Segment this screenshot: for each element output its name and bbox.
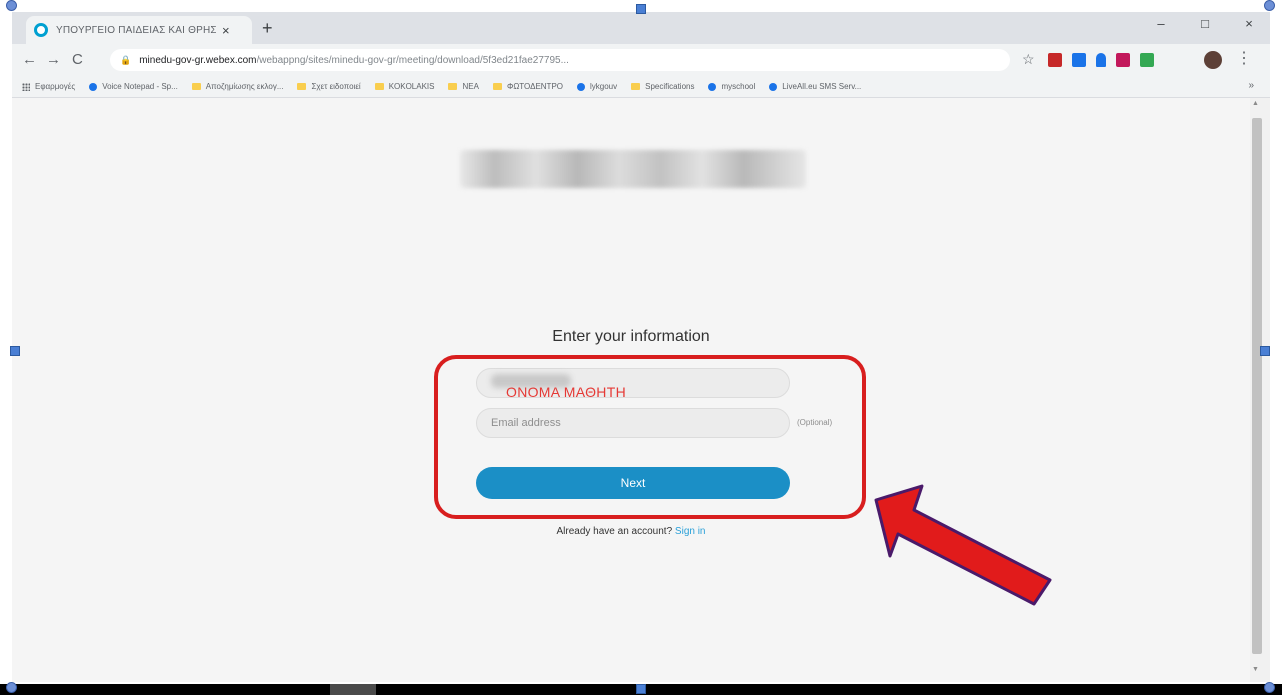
folder-icon — [631, 83, 641, 90]
signin-prompt: Already have an account? — [556, 526, 673, 537]
apps-grid-icon — [22, 82, 30, 91]
forward-button[interactable]: → — [46, 50, 61, 70]
bookmark-folder[interactable]: ΝΕΑ — [448, 82, 479, 91]
signin-link[interactable]: Sign in — [675, 526, 706, 537]
scrollbar-thumb[interactable] — [1252, 118, 1262, 654]
url-host: minedu-gov-gr.webex.com — [139, 54, 257, 66]
extension-icon[interactable] — [1072, 53, 1086, 67]
bookmark-item[interactable]: Voice Notepad - Sp... — [89, 82, 178, 91]
bookmark-folder[interactable]: Αποζημίωσης εκλογ... — [191, 82, 283, 91]
webex-favicon-icon — [34, 23, 48, 37]
bookmark-star-icon[interactable]: ☆ — [1022, 51, 1035, 68]
bookmark-site-icon — [708, 82, 717, 91]
bottom-edge-segment — [330, 684, 376, 695]
folder-icon — [297, 83, 307, 90]
red-arrow-annotation — [874, 484, 1052, 606]
bookmark-item[interactable]: myschool — [708, 82, 755, 91]
bookmark-site-icon — [769, 82, 778, 91]
selection-handle[interactable] — [10, 346, 20, 356]
browser-menu-icon[interactable]: ⋮ — [1236, 48, 1252, 68]
selection-handle[interactable] — [1264, 0, 1275, 11]
tab-strip: ΥΠΟΥΡΓΕΙΟ ΠΑΙΔΕΙΑΣ ΚΑΙ ΘΡΗΣ × + – □ × — [12, 12, 1270, 44]
new-tab-button[interactable]: + — [262, 18, 273, 38]
extension-icon[interactable] — [1048, 53, 1062, 67]
extension-download-icon[interactable] — [1096, 53, 1106, 67]
lock-icon[interactable]: 🔒 — [120, 55, 131, 66]
extension-icon[interactable] — [1116, 53, 1130, 67]
bookmark-item[interactable]: Εφαρμογές — [22, 82, 75, 91]
selection-handle[interactable] — [6, 682, 17, 693]
folder-icon — [492, 83, 502, 90]
reload-button[interactable]: C — [72, 50, 83, 70]
form-heading: Enter your information — [552, 328, 710, 345]
browser-toolbar: ← → C 🔒 minedu-gov-gr.webex.com /webappn… — [12, 44, 1270, 76]
profile-avatar[interactable] — [1204, 51, 1222, 69]
tab-close-icon[interactable]: × — [222, 23, 230, 38]
window-maximize-button[interactable]: □ — [1190, 16, 1220, 31]
window-close-button[interactable]: × — [1234, 16, 1264, 31]
bookmark-item[interactable]: LiveAll.eu SMS Serv... — [769, 82, 861, 91]
selection-handle[interactable] — [636, 684, 646, 694]
selection-handle[interactable] — [1264, 682, 1275, 693]
bookmark-site-icon — [577, 82, 585, 91]
active-tab[interactable]: ΥΠΟΥΡΓΕΙΟ ΠΑΙΔΕΙΑΣ ΚΑΙ ΘΡΗΣ × — [26, 16, 252, 44]
selection-handle[interactable] — [6, 0, 17, 11]
extension-icon[interactable] — [1140, 53, 1154, 67]
tab-title: ΥΠΟΥΡΓΕΙΟ ΠΑΙΔΕΙΑΣ ΚΑΙ ΘΡΗΣ — [56, 24, 216, 36]
folder-icon — [374, 83, 384, 90]
bookmark-folder[interactable]: Specifications — [631, 82, 694, 91]
scroll-up-icon[interactable]: ▲ — [1252, 100, 1259, 107]
bookmark-site-icon — [89, 82, 98, 91]
address-bar[interactable]: 🔒 minedu-gov-gr.webex.com /webappng/site… — [110, 49, 1010, 71]
folder-icon — [448, 83, 458, 90]
bookmark-folder[interactable]: KOKOLAKIS — [374, 82, 434, 91]
scroll-down-icon[interactable]: ▼ — [1252, 666, 1259, 673]
selection-handle[interactable] — [636, 4, 646, 14]
bookmarks-bar: Εφαρμογές Voice Notepad - Sp... Αποζημίω… — [12, 76, 1270, 98]
blurred-meeting-title — [460, 150, 806, 188]
bookmark-folder[interactable]: Σχετ ειδοποιεί — [297, 82, 361, 91]
selection-handle[interactable] — [1260, 346, 1270, 356]
bookmark-folder[interactable]: ΦΩΤΟΔΕΝΤΡΟ — [492, 82, 563, 91]
window-minimize-button[interactable]: – — [1146, 16, 1176, 31]
folder-icon — [191, 83, 201, 90]
signin-row: Already have an account? Sign in — [0, 526, 1262, 537]
url-path: /webappng/sites/minedu-gov-gr/meeting/do… — [256, 54, 569, 66]
highlight-box — [434, 355, 866, 519]
back-button[interactable]: ← — [22, 50, 37, 70]
bookmark-item[interactable]: lykgouv — [577, 82, 617, 91]
bookmarks-overflow-icon[interactable]: » — [1248, 80, 1254, 91]
